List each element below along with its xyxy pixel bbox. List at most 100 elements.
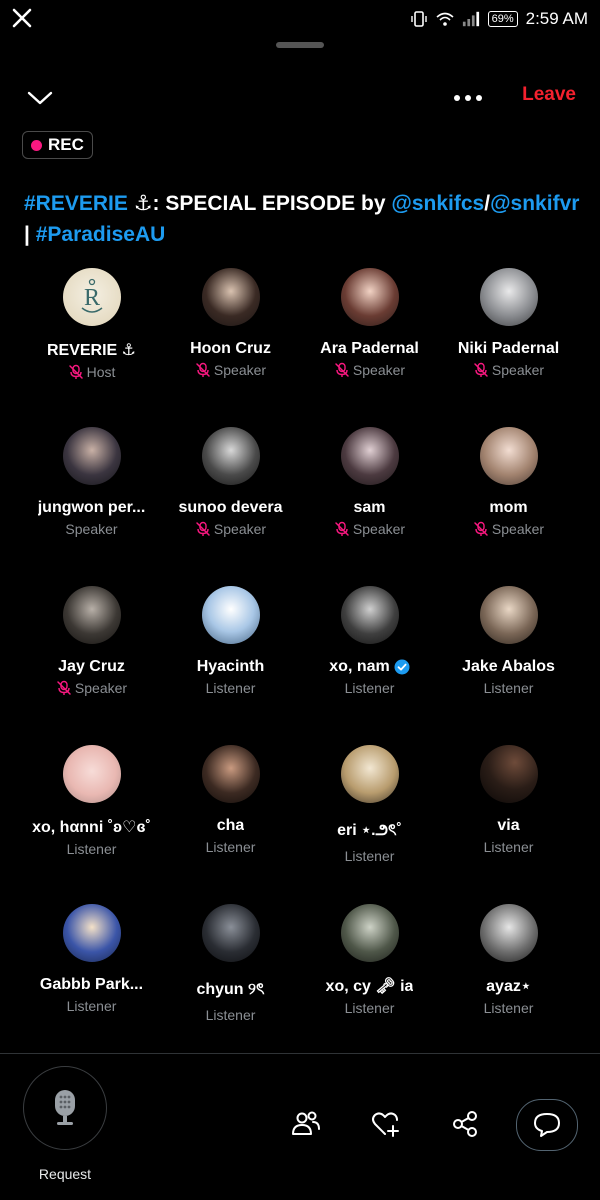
- participant-card[interactable]: xo, nam Listener: [300, 586, 439, 745]
- dot-icon: [465, 95, 471, 101]
- share-button[interactable]: [449, 1108, 481, 1140]
- avatar[interactable]: [201, 427, 260, 485]
- avatar[interactable]: [340, 745, 399, 803]
- avatar[interactable]: [479, 427, 538, 485]
- chat-button[interactable]: [516, 1099, 578, 1151]
- participant-name-text: Jake Abalos: [462, 658, 555, 675]
- avatar[interactable]: [479, 268, 538, 326]
- participant-card[interactable]: ayaz⋆ Listener: [439, 904, 578, 1063]
- rec-badge: REC: [22, 131, 93, 159]
- collapse-button[interactable]: [24, 82, 56, 114]
- chevron-down-icon: [27, 91, 53, 105]
- mic-muted-icon: [474, 521, 488, 536]
- avatar[interactable]: [479, 586, 538, 644]
- react-button[interactable]: [370, 1108, 402, 1140]
- participant-name-text: Jay Cruz: [58, 658, 125, 675]
- avatar[interactable]: [201, 586, 260, 644]
- avatar[interactable]: [340, 427, 399, 485]
- participant-name: sam: [353, 499, 385, 517]
- verified-badge-icon: [394, 659, 410, 675]
- mic-muted-icon: [196, 521, 210, 536]
- participant-role: Listener: [484, 680, 534, 696]
- participant-card[interactable]: Gabbb Park... Listener: [22, 904, 161, 1063]
- participant-name-text: xo, hαnni ˚ʚ♡ɞ˚: [32, 819, 151, 836]
- participant-role: Host: [68, 364, 115, 380]
- participant-name: Jay Cruz: [58, 658, 125, 676]
- participant-role-text: Listener: [483, 680, 534, 696]
- record-dot-icon: [31, 139, 42, 151]
- avatar[interactable]: R: [62, 268, 121, 326]
- battery-icon: 69%: [487, 11, 518, 27]
- participant-card[interactable]: via Listener: [439, 745, 578, 904]
- participant-card[interactable]: Jay Cruz Speaker: [22, 586, 161, 745]
- participant-name-text: chyun ୨ৎ: [196, 981, 265, 998]
- avatar[interactable]: [479, 904, 538, 962]
- hashtag-link[interactable]: #REVERIE: [24, 192, 128, 215]
- participant-role: Speaker: [473, 362, 544, 378]
- avatar[interactable]: [201, 745, 260, 803]
- participant-card[interactable]: xo, hαnni ˚ʚ♡ɞ˚ Listener: [22, 745, 161, 904]
- participant-card[interactable]: R REVERIE ⚓ Host: [22, 268, 161, 427]
- participant-card[interactable]: cha Listener: [161, 745, 300, 904]
- participant-card[interactable]: mom Speaker: [439, 427, 578, 586]
- share-icon: [453, 1111, 477, 1137]
- participant-card[interactable]: xo, cy 🗝 ia Listener: [300, 904, 439, 1063]
- participant-name: Niki Padernal: [458, 340, 559, 358]
- participant-name: Ara Padernal: [320, 340, 419, 358]
- leave-button[interactable]: Leave: [522, 84, 576, 106]
- participant-card[interactable]: Hoon Cruz Speaker: [161, 268, 300, 427]
- heart-plus-icon: [372, 1112, 399, 1137]
- avatar[interactable]: [62, 745, 121, 803]
- more-options-button[interactable]: [448, 82, 488, 114]
- wifi-icon: [436, 12, 454, 26]
- hashtag-link[interactable]: #ParadiseAU: [36, 223, 166, 246]
- drag-handle[interactable]: [276, 42, 324, 48]
- participant-name: mom: [489, 499, 527, 517]
- participant-card[interactable]: sam Speaker: [300, 427, 439, 586]
- avatar[interactable]: [201, 904, 260, 962]
- participant-card[interactable]: eri ⋆.౨ৎ˚ Listener: [300, 745, 439, 904]
- participant-card[interactable]: chyun ୨ৎ Listener: [161, 904, 300, 1063]
- participant-name: cha: [217, 817, 245, 835]
- participant-name: xo, hαnni ˚ʚ♡ɞ˚: [32, 817, 151, 837]
- participant-card[interactable]: Jake Abalos Listener: [439, 586, 578, 745]
- mic-muted-icon: [68, 364, 83, 379]
- title-separator: |: [24, 223, 36, 246]
- participant-card[interactable]: sunoo devera Speaker: [161, 427, 300, 586]
- participant-name: ayaz⋆: [486, 976, 531, 996]
- request-label: Request: [38, 1166, 92, 1182]
- request-mic-button[interactable]: [23, 1066, 107, 1150]
- participant-role: Listener: [67, 998, 117, 1014]
- avatar[interactable]: [340, 904, 399, 962]
- avatar[interactable]: [62, 586, 121, 644]
- participant-name-text: REVERIE ⚓: [46, 342, 137, 359]
- avatar[interactable]: [62, 904, 121, 962]
- participant-name-text: Hyacinth: [196, 658, 265, 675]
- avatar[interactable]: [201, 268, 260, 326]
- vibrate-icon: [410, 11, 427, 27]
- participant-role: Listener: [67, 841, 117, 857]
- participants-button[interactable]: [290, 1108, 322, 1140]
- avatar[interactable]: [340, 268, 399, 326]
- participant-name: eri ⋆.౨ৎ˚: [337, 817, 402, 844]
- participant-role-text: Speaker: [352, 521, 406, 537]
- participant-name-text: sunoo devera: [178, 499, 283, 516]
- mic-muted-icon: [335, 521, 349, 536]
- participant-role-text: Listener: [483, 1000, 534, 1016]
- title-text: ⚓: SPECIAL EPISODE by: [127, 192, 392, 215]
- participant-role-text: Listener: [205, 839, 256, 855]
- avatar[interactable]: [479, 745, 538, 803]
- participant-name-text: mom: [489, 499, 528, 516]
- participant-card[interactable]: jungwon per... Speaker: [22, 427, 161, 586]
- participant-role: Speaker: [65, 521, 117, 537]
- avatar[interactable]: [340, 586, 399, 644]
- participant-name: Jake Abalos: [462, 658, 555, 676]
- signal-icon: [462, 11, 479, 27]
- participant-card[interactable]: Niki Padernal Speaker: [439, 268, 578, 427]
- mention-link[interactable]: @snkifcs: [391, 192, 484, 215]
- dot-icon: [476, 95, 482, 101]
- participant-card[interactable]: Hyacinth Listener: [161, 586, 300, 745]
- mention-link[interactable]: @snkifvr: [490, 192, 579, 215]
- avatar[interactable]: [62, 427, 121, 485]
- participant-card[interactable]: Ara Padernal Speaker: [300, 268, 439, 427]
